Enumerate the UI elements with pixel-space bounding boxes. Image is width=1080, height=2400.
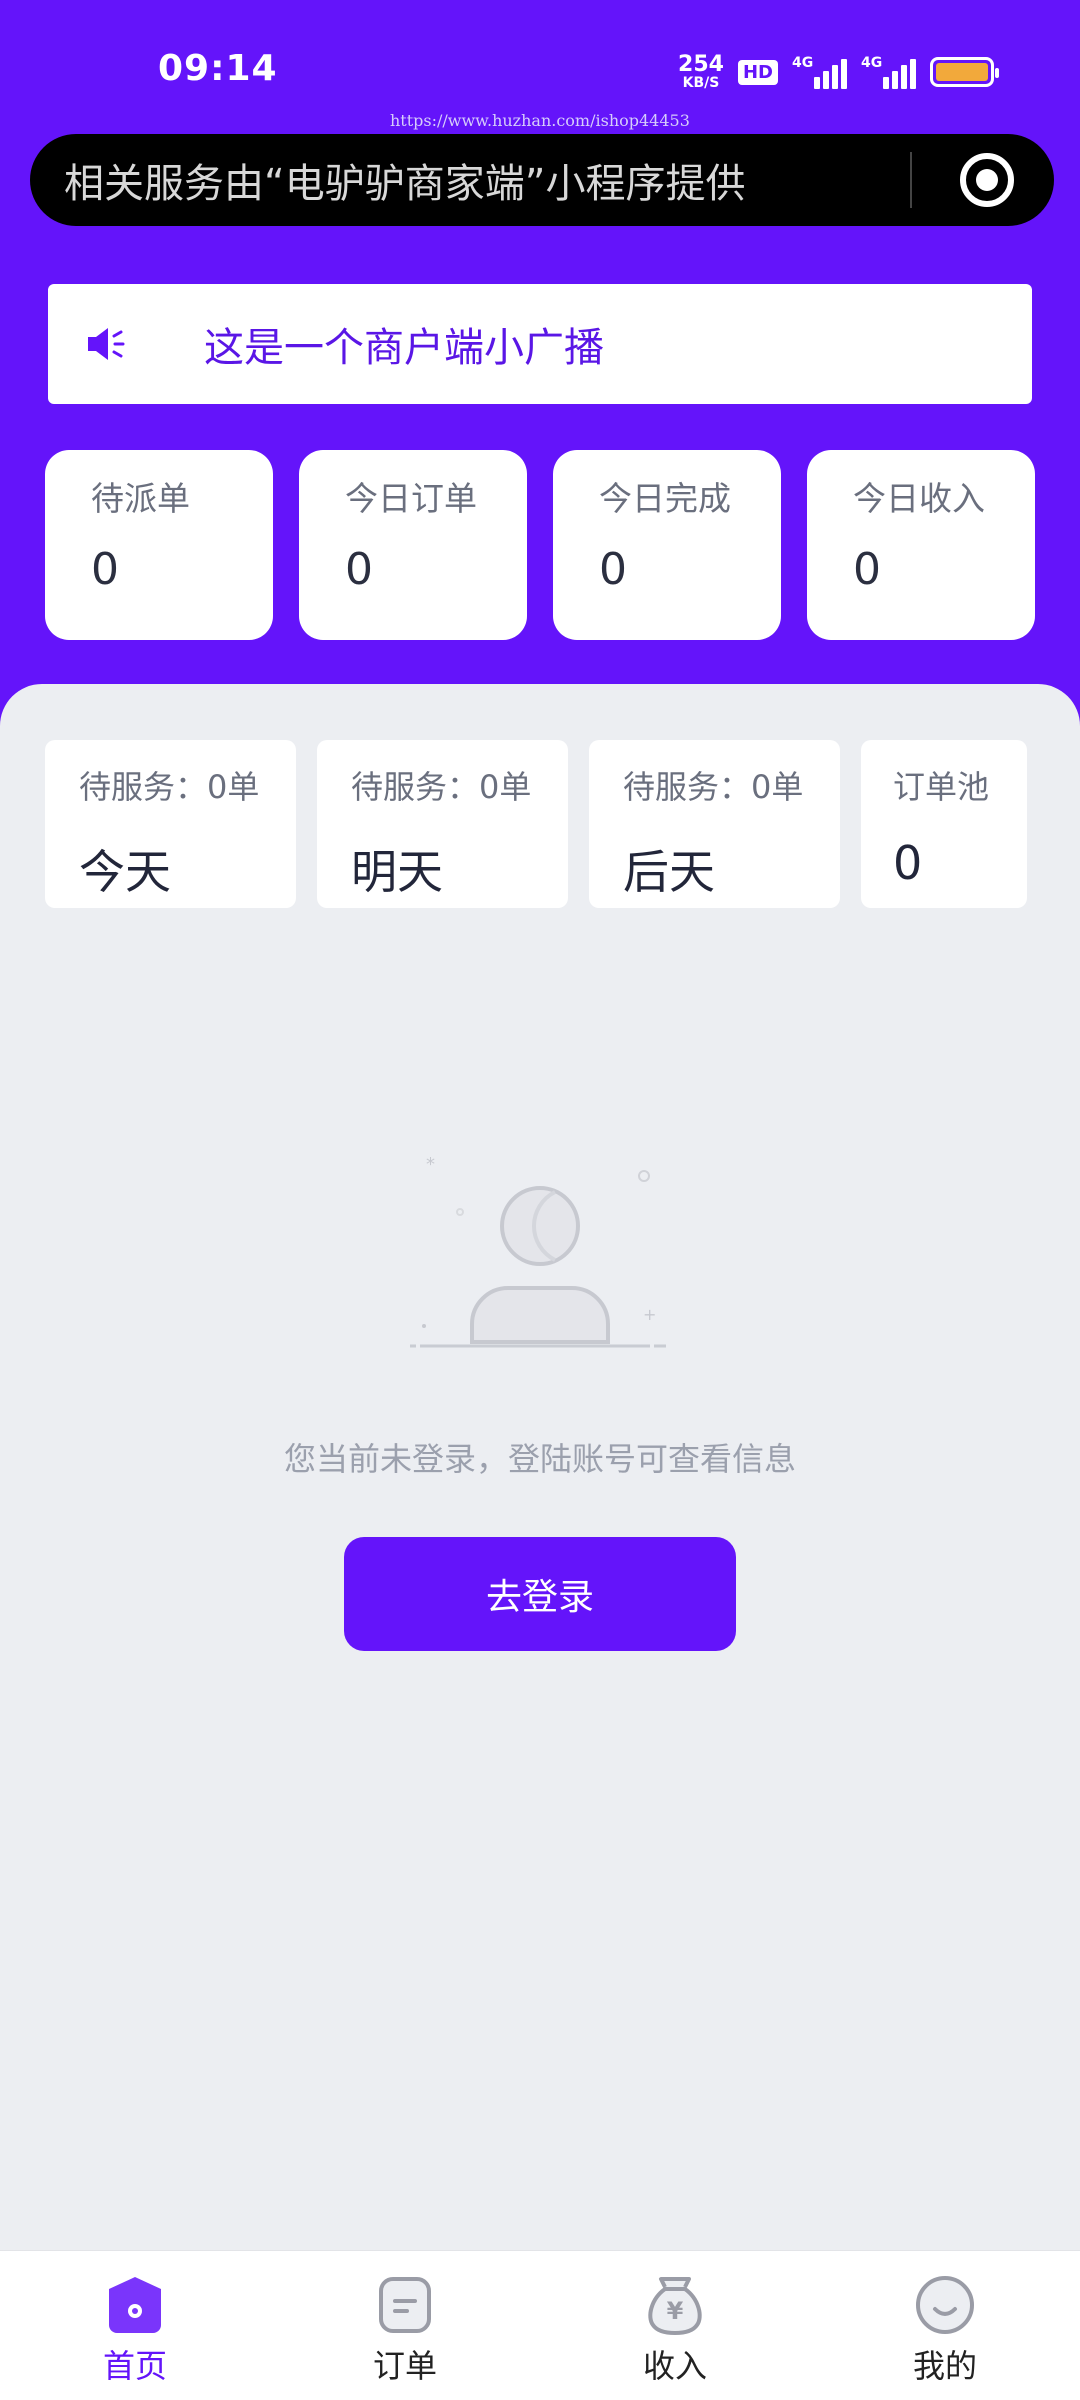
home-icon	[109, 2277, 161, 2333]
mini-program-notice-bar: 相关服务由“电驴驴商家端”小程序提供	[30, 134, 1054, 226]
tab-orders[interactable]: 订单	[270, 2251, 540, 2400]
login-button[interactable]: 去登录	[344, 1537, 736, 1651]
profile-icon	[916, 2276, 974, 2334]
status-indicators: 254 KB/S HD 4G 4G	[678, 50, 999, 94]
order-pool-card[interactable]: 订单池 0	[861, 740, 1027, 908]
schedule-pending-count: 待服务：0单	[623, 768, 804, 806]
bottom-tabbar: 首页 订单 ¥ 收入 我的	[0, 2250, 1080, 2400]
hd-badge: HD	[737, 59, 778, 85]
tab-label: 订单	[372, 2347, 437, 2385]
stat-label: 今日订单	[345, 479, 477, 518]
schedule-card-tomorrow[interactable]: 待服务：0单 明天	[317, 740, 568, 908]
schedule-day: 今天	[79, 845, 171, 899]
schedule-card-today[interactable]: 待服务：0单 今天	[45, 740, 296, 908]
status-time: 09:14	[158, 48, 278, 89]
signal-icon: 4G	[792, 55, 847, 89]
order-pool-label: 订单池	[893, 768, 990, 806]
signal-type-label: 4G	[792, 55, 814, 71]
stat-value: 0	[345, 544, 373, 595]
stat-card-pending-dispatch[interactable]: 待派单 0	[45, 450, 273, 640]
stat-card-today-income[interactable]: 今日收入 0	[807, 450, 1035, 640]
tab-home[interactable]: 首页	[0, 2251, 270, 2400]
battery-icon	[930, 57, 999, 87]
network-speed-value: 254	[678, 52, 724, 77]
schedule-card-day-after[interactable]: 待服务：0单 后天	[589, 740, 840, 908]
signal-type-label-2: 4G	[861, 55, 883, 71]
tab-label: 收入	[642, 2347, 707, 2385]
tab-label: 首页	[102, 2347, 167, 2385]
stat-value: 0	[91, 544, 119, 595]
stat-label: 今日完成	[599, 479, 731, 518]
speaker-icon	[88, 328, 125, 360]
schedule-pending-count: 待服务：0单	[79, 768, 260, 806]
network-speed: 254 KB/S	[678, 52, 724, 91]
schedule-day: 明天	[351, 845, 443, 899]
empty-user-icon: * +	[410, 1154, 666, 1348]
stat-card-today-orders[interactable]: 今日订单 0	[299, 450, 527, 640]
broadcast-banner[interactable]: 这是一个商户端小广播	[48, 284, 1032, 404]
order-pool-count: 0	[893, 836, 923, 890]
svg-text:*: *	[426, 1154, 435, 1175]
mini-program-notice-text: 相关服务由“电驴驴商家端”小程序提供	[64, 161, 746, 207]
stat-card-today-completed[interactable]: 今日完成 0	[553, 450, 781, 640]
stat-value: 0	[599, 544, 627, 595]
broadcast-text: 这是一个商户端小广播	[204, 325, 604, 371]
watermark-url: https://www.huzhan.com/ishop44453	[390, 111, 690, 130]
capsule-close-icon[interactable]	[960, 153, 1014, 207]
schedule-row: 待服务：0单 今天 待服务：0单 明天 待服务：0单 后天 订单池 0	[45, 740, 1035, 908]
notice-divider	[910, 152, 912, 208]
stat-label: 待派单	[91, 479, 190, 518]
schedule-pending-count: 待服务：0单	[351, 768, 532, 806]
schedule-day: 后天	[623, 845, 715, 899]
stat-label: 今日收入	[853, 479, 985, 518]
stats-row: 待派单 0 今日订单 0 今日完成 0 今日收入 0	[45, 450, 1035, 640]
order-icon	[379, 2277, 431, 2333]
tab-label: 我的	[912, 2347, 977, 2385]
svg-text:+: +	[643, 1305, 656, 1324]
network-speed-unit: KB/S	[682, 75, 720, 91]
not-logged-in-message: 您当前未登录，登陆账号可查看信息	[283, 1440, 796, 1478]
svg-text:¥: ¥	[667, 2297, 684, 2325]
stat-value: 0	[853, 544, 881, 595]
tab-income[interactable]: ¥ 收入	[540, 2251, 810, 2400]
signal-icon-2: 4G	[861, 55, 916, 89]
tab-profile[interactable]: 我的	[810, 2251, 1080, 2400]
money-bag-icon: ¥	[648, 2277, 702, 2336]
